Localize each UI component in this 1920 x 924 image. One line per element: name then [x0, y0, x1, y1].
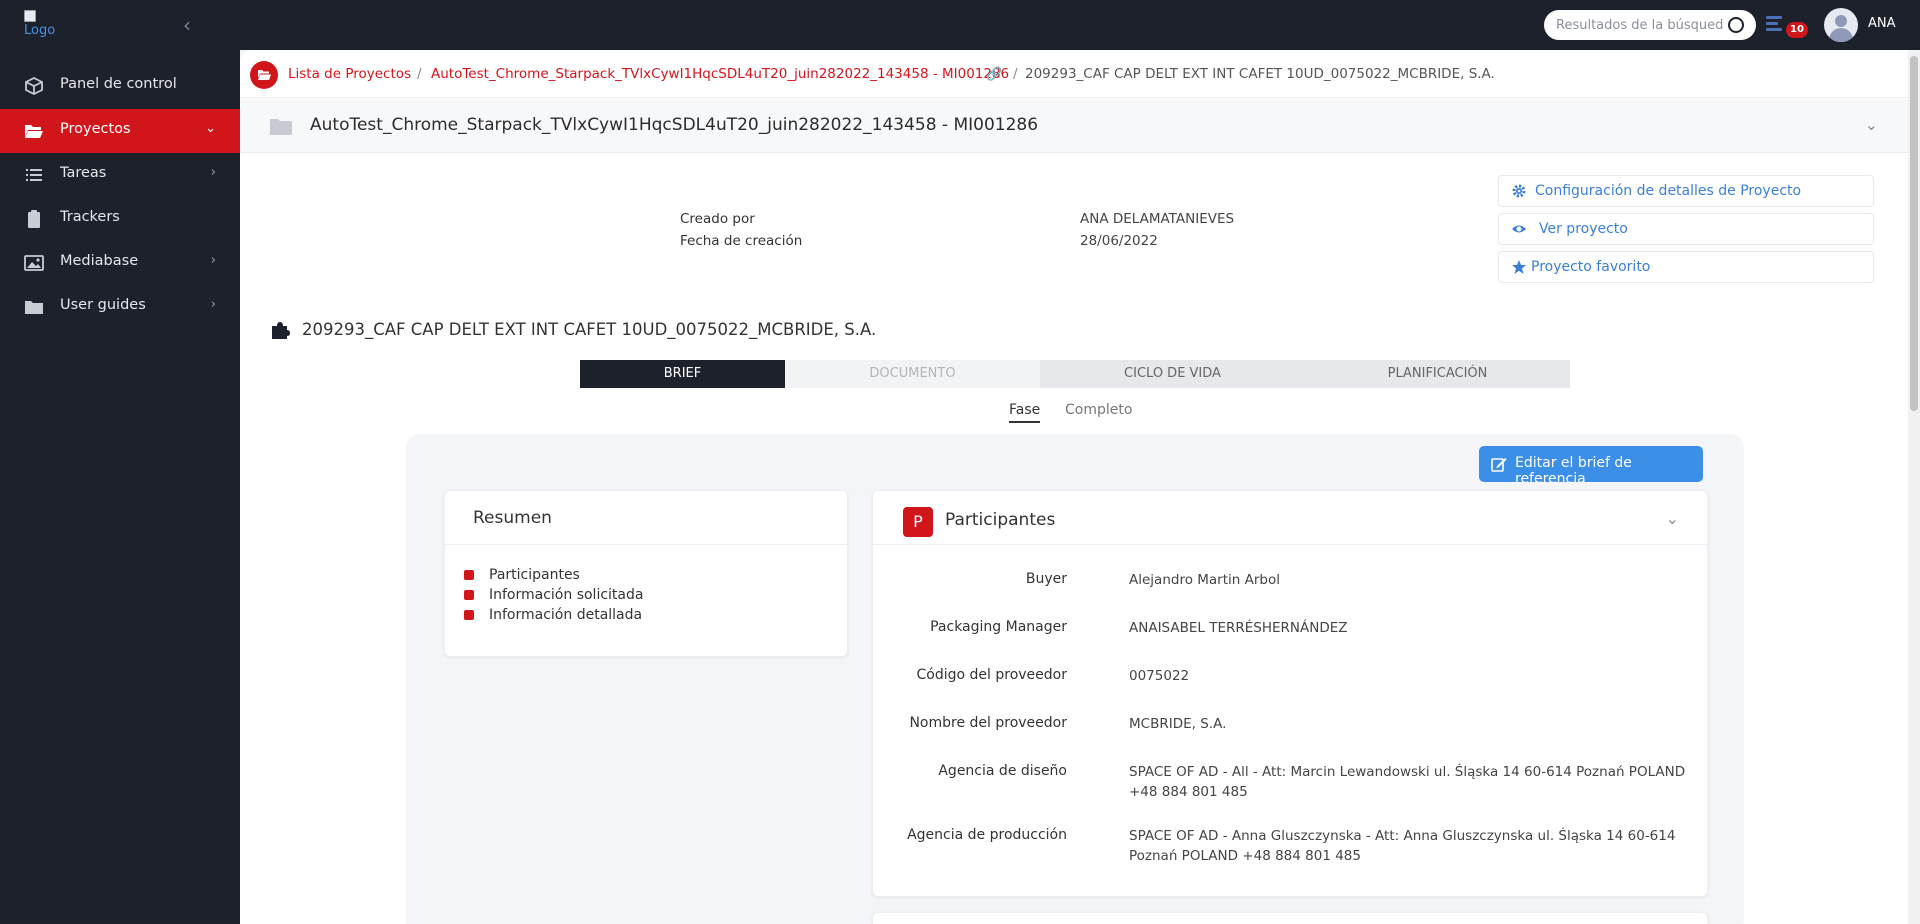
sidebar-item-label: User guides: [60, 297, 146, 313]
chevron-down-icon: ⌄: [205, 121, 216, 136]
tab-bar: BRIEF DOCUMENTO CICLO DE VIDA PLANIFICAC…: [580, 360, 1570, 388]
created-by-label: Creado por: [680, 211, 755, 227]
participants-card: P Participantes ⌄ Buyer Alejandro Martin…: [872, 490, 1708, 897]
edit-icon: [1491, 458, 1507, 472]
scrollbar-thumb[interactable]: [1910, 56, 1918, 411]
bullet-icon: [464, 570, 474, 580]
project-title: AutoTest_Chrome_Starpack_TVlxCywI1HqcSDL…: [310, 115, 1039, 135]
clipboard-icon: [28, 210, 40, 228]
summary-item-info-detallada[interactable]: Información detallada: [489, 607, 642, 623]
participant-label: Agencia de producción: [907, 827, 1067, 843]
participant-value: ANAISABEL TERRÉSHERNÁNDEZ: [1129, 620, 1348, 636]
participant-value: 0075022: [1129, 668, 1190, 684]
broken-image-icon: [24, 10, 36, 22]
participants-title: Participantes: [945, 510, 1056, 530]
star-icon: [1512, 260, 1526, 274]
breadcrumb: Lista de Proyectos / AutoTest_Chrome_Sta…: [240, 50, 1908, 98]
breadcrumb-item-current: 209293_CAF CAP DELT EXT INT CAFET 10UD_0…: [1025, 66, 1495, 82]
search-input[interactable]: [1544, 10, 1724, 40]
summary-item-info-solicitada[interactable]: Información solicitada: [489, 587, 643, 603]
config-project-details-button[interactable]: Configuración de detalles de Proyecto: [1498, 175, 1874, 207]
sidebar-item-label: Mediabase: [60, 253, 139, 269]
main-content: Lista de Proyectos / AutoTest_Chrome_Sta…: [240, 50, 1908, 924]
subtab-completo[interactable]: Completo: [1065, 402, 1132, 418]
chevron-right-icon: ›: [210, 165, 216, 180]
participant-value: SPACE OF AD - All - Att: Marcin Lewandow…: [1129, 764, 1686, 800]
tab-brief[interactable]: BRIEF: [580, 360, 785, 388]
page-scrollbar[interactable]: [1908, 50, 1920, 924]
eye-icon: [1512, 225, 1526, 233]
sidebar-item-tareas[interactable]: Tareas ›: [0, 153, 240, 197]
created-date-label: Fecha de creación: [680, 233, 803, 249]
participants-badge: P: [903, 507, 933, 537]
user-name[interactable]: ANA: [1868, 16, 1896, 31]
search-box: [1544, 10, 1756, 40]
participant-label: Buyer: [1025, 571, 1067, 587]
participant-label: Nombre del proveedor: [909, 715, 1067, 731]
search-icon[interactable]: [1728, 17, 1744, 33]
project-header[interactable]: AutoTest_Chrome_Starpack_TVlxCywI1HqcSDL…: [240, 99, 1908, 153]
breadcrumb-item-project-list[interactable]: Lista de Proyectos: [288, 66, 411, 82]
folder-icon: [270, 119, 292, 135]
collapse-sidebar-icon[interactable]: ‹: [183, 15, 191, 35]
favorite-project-button[interactable]: Proyecto favorito: [1498, 251, 1874, 283]
next-card: [872, 912, 1708, 924]
created-date-value: 28/06/2022: [1080, 233, 1158, 249]
sidebar-item-label: Tareas: [60, 165, 107, 181]
tasks-list-icon[interactable]: [1766, 14, 1786, 34]
chevron-right-icon: ›: [210, 253, 216, 268]
view-project-button[interactable]: Ver proyecto: [1498, 213, 1874, 245]
sidebar: Panel de control Proyectos ⌄ Tareas › Tr…: [0, 50, 240, 924]
created-by-value: ANA DELAMATANIEVES: [1080, 211, 1235, 227]
sidebar-item-label: Panel de control: [60, 76, 177, 92]
top-bar: Logo ‹ 10 ANA: [0, 0, 1920, 50]
summary-item-participantes[interactable]: Participantes: [489, 567, 580, 583]
chevron-down-icon[interactable]: ⌄: [1865, 115, 1878, 134]
gear-icon: [1512, 184, 1526, 198]
logo[interactable]: Logo: [24, 10, 68, 44]
participant-label: Agencia de diseño: [938, 763, 1067, 779]
sidebar-item-mediabase[interactable]: Mediabase ›: [0, 241, 240, 285]
tab-ciclo-de-vida[interactable]: CICLO DE VIDA: [1040, 360, 1305, 388]
sidebar-item-panel-de-control[interactable]: Panel de control: [0, 64, 240, 108]
subtab-fase[interactable]: Fase: [1009, 402, 1041, 423]
breadcrumb-separator: /: [417, 66, 422, 82]
favorite-project-label: Proyecto favorito: [1531, 259, 1651, 275]
folder-open-icon: [250, 61, 278, 89]
folder-icon: [25, 301, 43, 314]
participant-value: MCBRIDE, S.A.: [1129, 716, 1227, 732]
sidebar-item-proyectos[interactable]: Proyectos ⌄: [0, 109, 240, 153]
image-icon: [24, 255, 44, 271]
edit-brief-label: Editar el brief de referencia: [1515, 455, 1632, 487]
tasks-count-badge: 10: [1786, 22, 1808, 38]
participant-label: Packaging Manager: [930, 619, 1067, 635]
folder-open-icon: [25, 125, 43, 138]
sidebar-item-user-guides[interactable]: User guides ›: [0, 285, 240, 329]
tab-planificacion[interactable]: PLANIFICACIÓN: [1305, 360, 1570, 388]
bullet-icon: [464, 610, 474, 620]
view-project-label: Ver proyecto: [1539, 221, 1628, 237]
participant-value: SPACE OF AD - Anna Gluszczynska - Att: A…: [1129, 828, 1676, 864]
puzzle-icon: [272, 322, 290, 339]
logo-alt-text: Logo: [24, 23, 56, 38]
chevron-down-icon[interactable]: ⌄: [1666, 509, 1679, 528]
sidebar-item-label: Trackers: [60, 209, 120, 225]
config-project-details-label: Configuración de detalles de Proyecto: [1535, 183, 1802, 199]
chevron-right-icon: ›: [210, 297, 216, 312]
cube-icon: [25, 77, 43, 95]
summary-title: Resumen: [473, 508, 552, 528]
section-title: 209293_CAF CAP DELT EXT INT CAFET 10UD_0…: [302, 320, 877, 339]
list-icon: [26, 169, 42, 181]
participant-label: Código del proveedor: [916, 667, 1067, 683]
participant-value: Alejandro Martin Arbol: [1129, 572, 1280, 588]
breadcrumb-separator: /: [1013, 66, 1018, 82]
sidebar-item-label: Proyectos: [60, 121, 131, 137]
tab-documento[interactable]: DOCUMENTO: [785, 360, 1040, 388]
link-icon[interactable]: 🔗: [986, 67, 1002, 82]
avatar[interactable]: [1824, 8, 1858, 42]
sidebar-item-trackers[interactable]: Trackers: [0, 197, 240, 241]
edit-brief-button[interactable]: Editar el brief de referencia: [1479, 446, 1703, 487]
bullet-icon: [464, 590, 474, 600]
breadcrumb-item-project[interactable]: AutoTest_Chrome_Starpack_TVlxCywI1HqcSDL…: [431, 66, 1009, 82]
